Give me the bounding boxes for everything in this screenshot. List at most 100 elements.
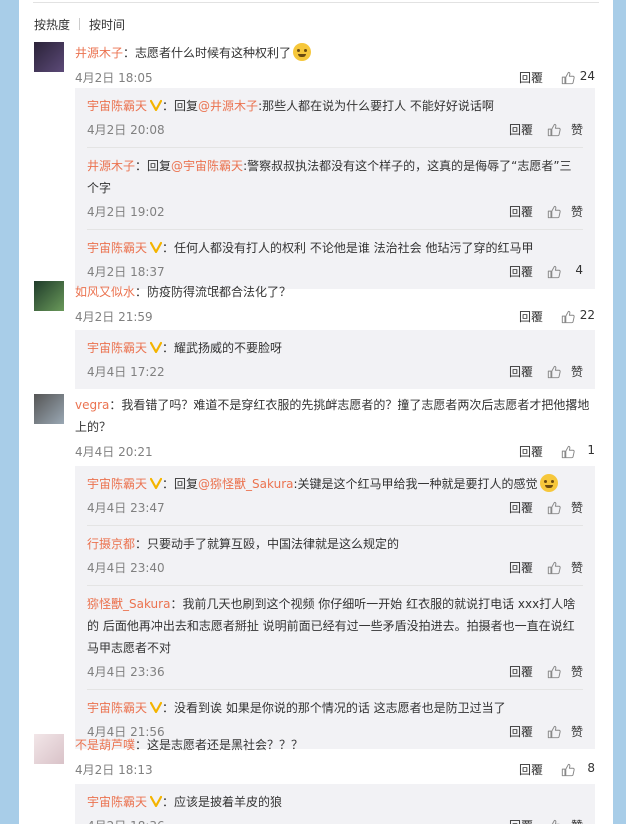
reply-item: 宇宙陈霸天 ：回复@井源木子:那些人都在说为什么要打人 不能好好说话啊 4月2日 2… bbox=[75, 88, 595, 141]
reply-button[interactable]: 回覆 bbox=[509, 499, 533, 516]
username-link[interactable]: 宇宙陈霸天 bbox=[87, 477, 147, 491]
reply-button[interactable]: 回覆 bbox=[519, 69, 543, 86]
colon: ： bbox=[135, 537, 148, 551]
username-link[interactable]: 宇宙陈霸天 bbox=[87, 99, 147, 113]
comment-text-line: 井源木子：志愿者什么时候有这种权利了 bbox=[75, 42, 595, 64]
mention-link[interactable]: @猕怪獸_Sakura bbox=[198, 477, 293, 491]
like-count[interactable]: 4 bbox=[575, 263, 583, 277]
divider bbox=[33, 2, 599, 3]
timestamp: 4月2日 19:02 bbox=[87, 205, 165, 219]
like-icon[interactable] bbox=[547, 819, 561, 824]
like-count[interactable]: 赞 bbox=[571, 363, 583, 380]
reply-button[interactable]: 回覆 bbox=[519, 308, 543, 325]
like-count[interactable]: 赞 bbox=[571, 121, 583, 138]
like-count[interactable]: 22 bbox=[580, 308, 595, 322]
username-link[interactable]: 井源木子 bbox=[75, 46, 123, 60]
avatar[interactable] bbox=[34, 734, 64, 764]
like-icon[interactable] bbox=[547, 501, 561, 515]
comment-panel: 按热度 按时间 井源木子：志愿者什么时候有这种权利了 4月2日 18:05 回覆 24 宇… bbox=[19, 0, 613, 824]
reply-text-line: 宇宙陈霸天 ：回复@猕怪獸_Sakura:关键是这个红马甲给我一种就是要打人的感觉 bbox=[87, 473, 583, 495]
reply-text-line: 宇宙陈霸天 ：没看到诶 如果是你说的那个情况的话 这志愿者也是防卫过当了 bbox=[87, 697, 583, 719]
vip-badge-icon bbox=[150, 477, 163, 489]
like-count[interactable]: 赞 bbox=[571, 203, 583, 220]
reply-list: 宇宙陈霸天 ：耀武扬威的不要脸呀 4月4日 17:22 回覆 赞 bbox=[75, 330, 595, 389]
like-icon[interactable] bbox=[561, 445, 575, 459]
like-icon[interactable] bbox=[561, 763, 575, 777]
colon: ： bbox=[162, 477, 175, 491]
username-link[interactable]: 不是葫芦噗 bbox=[75, 738, 135, 752]
reply-body: 宇宙陈霸天 ：回复@猕怪獸_Sakura:关键是这个红马甲给我一种就是要打人的感觉… bbox=[87, 466, 583, 519]
like-count[interactable]: 赞 bbox=[571, 817, 583, 824]
like-count[interactable]: 8 bbox=[587, 761, 595, 775]
reply-text: 耀武扬威的不要脸呀 bbox=[174, 341, 283, 355]
username-link[interactable]: 猕怪獸_Sakura bbox=[87, 597, 170, 611]
like-icon[interactable] bbox=[547, 561, 561, 575]
colon: ： bbox=[109, 398, 122, 412]
reply-button[interactable]: 回覆 bbox=[509, 663, 533, 680]
like-icon[interactable] bbox=[547, 205, 561, 219]
reply-button[interactable]: 回覆 bbox=[509, 203, 533, 220]
mention-link[interactable]: @井源木子 bbox=[198, 99, 258, 113]
reply-text: 应该是披着羊皮的狼 bbox=[174, 795, 283, 809]
comment-body: 如风又似水：防疫防得流氓都合法化了？ 4月2日 21:59 回覆 22 bbox=[75, 281, 595, 328]
comment-text-line: 不是葫芦噗：这是志愿者还是黑社会？？？ bbox=[75, 734, 595, 756]
avatar[interactable] bbox=[34, 394, 64, 424]
reply-body: 猕怪獸_Sakura：我前几天也刷到这个视频 你仔细听一开始 红衣服的就说打电话… bbox=[87, 585, 583, 683]
reply-text: 那些人都在说为什么要打人 不能好好说话啊 bbox=[262, 99, 494, 113]
reply-meta: 4月4日 23:40 回覆 赞 bbox=[87, 559, 583, 579]
like-icon[interactable] bbox=[547, 665, 561, 679]
reply-item: 井源木子：回复@宇宙陈霸天:警察叔叔执法都没有这个样子的，这真的是侮辱了“志愿者… bbox=[75, 147, 595, 223]
reply-button[interactable]: 回覆 bbox=[509, 121, 533, 138]
reply-button[interactable]: 回覆 bbox=[509, 559, 533, 576]
username-link[interactable]: 宇宙陈霸天 bbox=[87, 795, 147, 809]
username-link[interactable]: vegra bbox=[75, 398, 109, 412]
reply-list: 宇宙陈霸天 ：应该是披着羊皮的狼 4月2日 18:36 回覆 赞 bbox=[75, 784, 595, 824]
timestamp: 4月4日 20:21 bbox=[75, 445, 153, 459]
reply-text-line: 井源木子：回复@宇宙陈霸天:警察叔叔执法都没有这个样子的，这真的是侮辱了“志愿者… bbox=[87, 155, 583, 199]
reply-item: 行摄京都：只要动手了就算互殴，中国法律就是这么规定的 4月4日 23:40 回覆 赞 bbox=[75, 525, 595, 579]
like-count[interactable]: 赞 bbox=[571, 499, 583, 516]
reply-text-line: 宇宙陈霸天 ：任何人都没有打人的权利 不论他是谁 法治社会 他玷污了穿的红马甲 bbox=[87, 237, 583, 259]
reply-meta: 4月2日 20:08 回覆 赞 bbox=[87, 121, 583, 141]
reply-meta: 4月2日 18:37 回覆 4 bbox=[87, 263, 583, 283]
like-icon[interactable] bbox=[547, 123, 561, 137]
like-icon[interactable] bbox=[547, 365, 561, 379]
timestamp: 4月2日 18:05 bbox=[75, 71, 153, 85]
mention-link[interactable]: @宇宙陈霸天 bbox=[171, 159, 243, 173]
like-icon[interactable] bbox=[561, 310, 575, 324]
sort-by-hot-tab[interactable]: 按热度 bbox=[34, 16, 70, 33]
reply-button[interactable]: 回覆 bbox=[509, 363, 533, 380]
colon: ： bbox=[170, 597, 183, 611]
comment-text-line: 如风又似水：防疫防得流氓都合法化了？ bbox=[75, 281, 595, 303]
avatar[interactable] bbox=[34, 42, 64, 72]
like-count[interactable]: 1 bbox=[587, 443, 595, 457]
username-link[interactable]: 宇宙陈霸天 bbox=[87, 341, 147, 355]
reply-item: 宇宙陈霸天 ：耀武扬威的不要脸呀 4月4日 17:22 回覆 赞 bbox=[75, 330, 595, 383]
username-link[interactable]: 行摄京都 bbox=[87, 537, 135, 551]
timestamp: 4月4日 17:22 bbox=[87, 365, 165, 379]
sort-by-time-tab[interactable]: 按时间 bbox=[89, 16, 125, 33]
reply-button[interactable]: 回覆 bbox=[509, 263, 533, 280]
vip-badge-icon bbox=[150, 99, 163, 111]
reply-body: 宇宙陈霸天 ：应该是披着羊皮的狼 4月2日 18:36 回覆 赞 bbox=[87, 784, 583, 824]
emoji-icon bbox=[539, 474, 558, 492]
vip-badge-icon bbox=[150, 341, 163, 353]
reply-button[interactable]: 回覆 bbox=[519, 761, 543, 778]
username-link[interactable]: 如风又似水 bbox=[75, 285, 135, 299]
username-link[interactable]: 宇宙陈霸天 bbox=[87, 241, 147, 255]
avatar[interactable] bbox=[34, 281, 64, 311]
like-icon[interactable] bbox=[547, 265, 561, 279]
comment-meta: 4月4日 20:21 回覆 1 bbox=[75, 443, 595, 463]
reply-button[interactable]: 回覆 bbox=[519, 443, 543, 460]
like-count[interactable]: 赞 bbox=[571, 559, 583, 576]
colon: ： bbox=[135, 285, 148, 299]
username-link[interactable]: 宇宙陈霸天 bbox=[87, 701, 147, 715]
reply-text: 没看到诶 如果是你说的那个情况的话 这志愿者也是防卫过当了 bbox=[174, 701, 506, 715]
reply-button[interactable]: 回覆 bbox=[509, 817, 533, 824]
reply-meta: 4月4日 23:36 回覆 赞 bbox=[87, 663, 583, 683]
like-icon[interactable] bbox=[561, 71, 575, 85]
reply-item: 宇宙陈霸天 ：应该是披着羊皮的狼 4月2日 18:36 回覆 赞 bbox=[75, 784, 595, 824]
username-link[interactable]: 井源木子 bbox=[87, 159, 135, 173]
like-count[interactable]: 24 bbox=[580, 69, 595, 83]
like-count[interactable]: 赞 bbox=[571, 663, 583, 680]
